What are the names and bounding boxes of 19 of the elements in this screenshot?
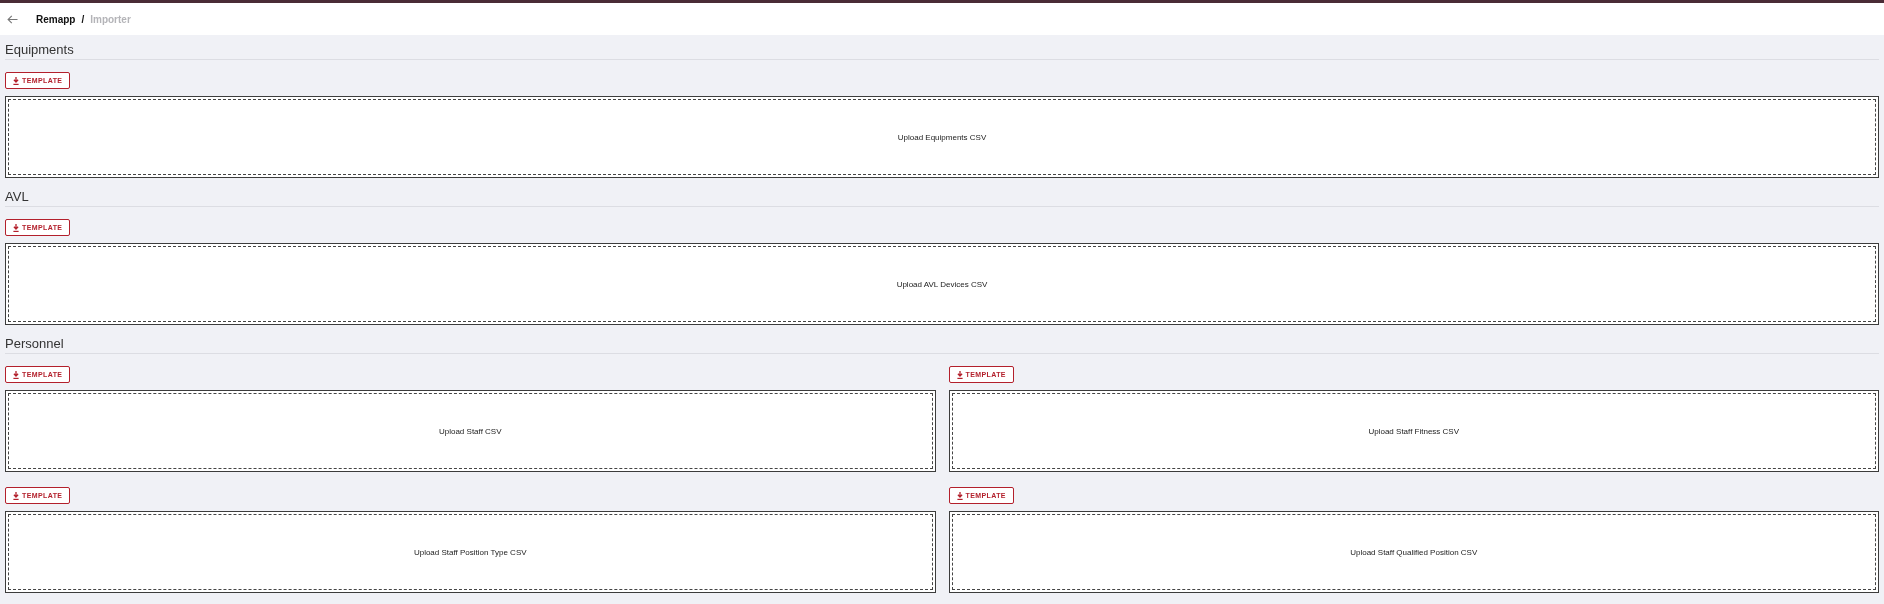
section-title: AVL [5,188,1879,207]
back-arrow-icon[interactable] [7,14,18,24]
download-icon [13,491,19,500]
download-icon [13,76,19,85]
section-title: Equipments [5,41,1879,60]
file-upload-dropzone[interactable]: Upload Staff CSV [5,390,936,472]
breadcrumb-separator: / [81,13,85,25]
file-upload-dropzone[interactable]: Upload Equipments CSV [5,96,1879,178]
download-icon [13,370,19,379]
breadcrumb-current: Importer [90,13,131,25]
file-upload-dropzone[interactable]: Upload Staff Qualified Position CSV [948,511,1879,593]
breadcrumb-link[interactable]: Remapp [36,13,76,25]
download-icon [956,370,963,379]
section-title: Personnel [5,335,1879,354]
download-icon [13,223,19,232]
file-upload-dropzone[interactable]: Upload Staff Position Type CSV [5,511,936,593]
file-upload-dropzone[interactable]: Upload AVL Devices CSV [5,243,1879,325]
file-upload-dropzone[interactable]: Upload Staff Fitness CSV [948,390,1879,472]
download-icon [956,491,963,500]
